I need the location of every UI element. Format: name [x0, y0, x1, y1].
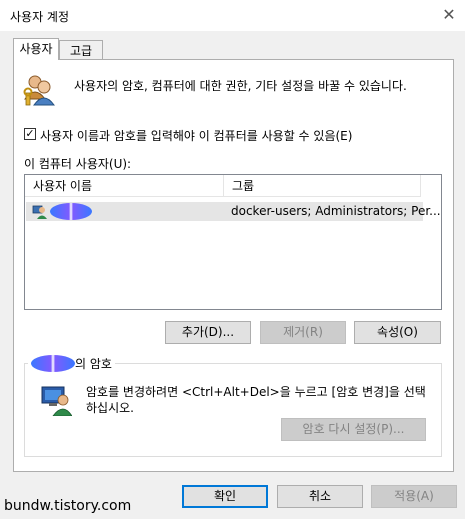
tab-users[interactable]: 사용자 — [13, 38, 59, 60]
require-login-checkbox[interactable]: ✓ — [24, 128, 36, 140]
password-group-legend: 의 암호 — [28, 355, 115, 373]
users-list-label: 이 컴퓨터 사용자(U): — [24, 157, 132, 171]
remove-user-button[interactable]: 제거(R) — [260, 321, 346, 344]
require-login-label[interactable]: 사용자 이름과 암호를 입력해야 이 컴퓨터를 사용할 수 있음(E) — [40, 127, 352, 144]
apply-button[interactable]: 적용(A) — [371, 485, 457, 508]
password-group-title: 의 암호 — [75, 357, 112, 371]
user-monitor-icon — [41, 386, 72, 416]
window-title: 사용자 계정 — [10, 10, 70, 24]
users-icon — [23, 75, 55, 106]
redacted-username — [50, 203, 92, 220]
title-bar: 사용자 계정 ✕ — [0, 0, 465, 31]
user-groups-cell: docker-users; Administrators; Per... — [231, 204, 441, 218]
cancel-button[interactable]: 취소 — [277, 485, 363, 508]
reset-password-button[interactable]: 암호 다시 설정(P)... — [281, 418, 426, 441]
intro-text: 사용자의 암호, 컴퓨터에 대한 권한, 기타 설정을 바꿀 수 있습니다. — [74, 79, 407, 93]
redacted-username — [31, 355, 75, 372]
password-description: 암호를 변경하려면 <Ctrl+Alt+Del>을 누르고 [암호 변경]을 선… — [86, 385, 426, 415]
watermark: bundw.tistory.com — [4, 498, 132, 514]
close-icon[interactable]: ✕ — [437, 4, 461, 26]
table-row[interactable]: docker-users; Administrators; Per... — [26, 202, 441, 221]
column-header-username[interactable]: 사용자 이름 — [25, 175, 224, 197]
properties-button[interactable]: 속성(O) — [354, 321, 441, 344]
tab-advanced[interactable]: 고급 — [59, 40, 103, 60]
column-header-groups[interactable]: 그룹 — [224, 175, 421, 197]
users-listview[interactable]: 사용자 이름 그룹 docker-users; Administrators; … — [24, 174, 442, 310]
user-icon — [32, 205, 47, 219]
add-user-button[interactable]: 추가(D)... — [165, 321, 251, 344]
ok-button[interactable]: 확인 — [182, 485, 268, 508]
